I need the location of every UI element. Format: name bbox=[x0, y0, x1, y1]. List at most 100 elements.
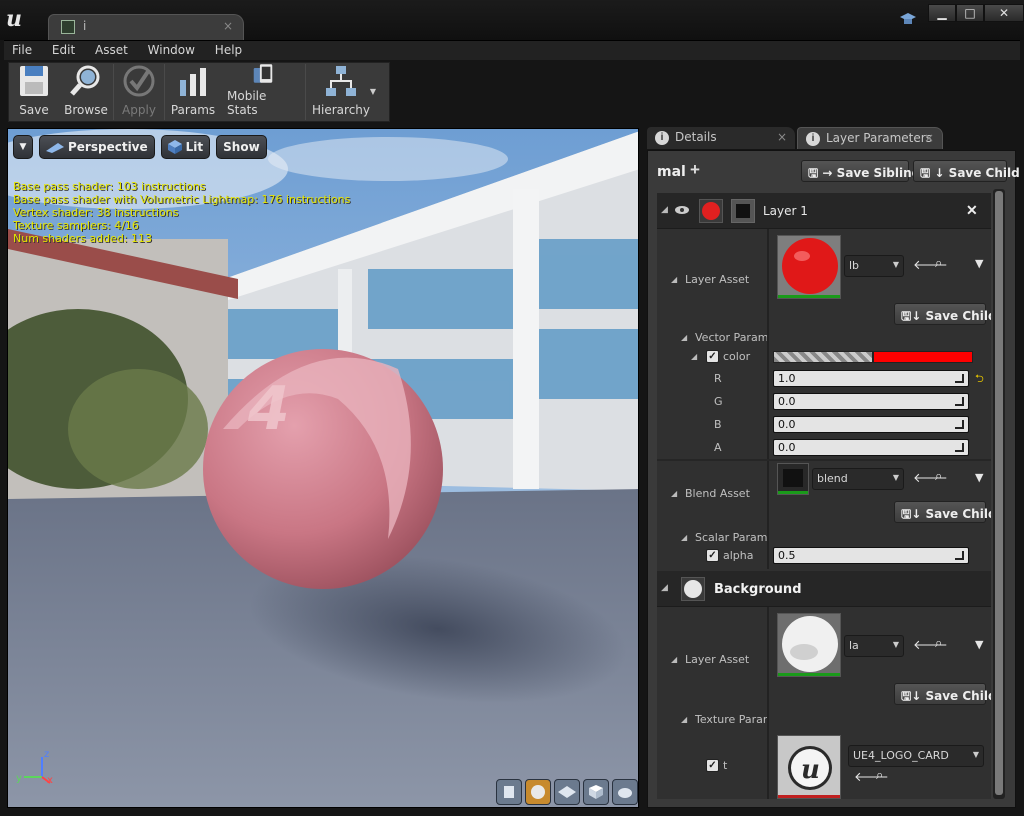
filter-icon[interactable]: ▼ bbox=[975, 257, 983, 270]
plane-icon bbox=[558, 786, 576, 798]
expand-arrow-icon[interactable]: ◢ bbox=[671, 275, 677, 284]
texture-override-checkbox[interactable]: ✓ bbox=[706, 759, 719, 772]
use-selected-arrow-icon[interactable]: 🡐 bbox=[913, 637, 948, 653]
layer-1-save-child-button[interactable]: 🖫↓ Save Child bbox=[894, 303, 991, 325]
browse-search-icon[interactable]: ⌕ bbox=[935, 636, 942, 651]
menu-file[interactable]: File bbox=[4, 41, 40, 59]
mobile-stats-button[interactable]: Mobile Stats bbox=[221, 63, 305, 121]
channel-b-field[interactable]: 0.0 bbox=[773, 416, 969, 433]
texture-dropdown[interactable]: UE4_LOGO_CARD ▼ bbox=[848, 745, 984, 767]
document-tab[interactable]: i × bbox=[48, 14, 244, 40]
layer-1-title: Layer 1 bbox=[763, 204, 808, 218]
use-selected-arrow-icon[interactable]: 🡐 bbox=[854, 769, 889, 785]
alpha-field[interactable]: 0.5 bbox=[773, 547, 969, 564]
menu-asset[interactable]: Asset bbox=[87, 41, 136, 59]
save-child-label: Save Child bbox=[925, 507, 991, 521]
svg-text:y: y bbox=[16, 773, 22, 784]
channel-a-field[interactable]: 0.0 bbox=[773, 439, 969, 456]
background-title: Background bbox=[714, 582, 802, 597]
hierarchy-button[interactable]: Hierarchy ▼ bbox=[306, 63, 376, 121]
expand-arrow-icon[interactable]: ◢ bbox=[681, 333, 687, 342]
color-swatch[interactable] bbox=[873, 351, 973, 363]
expand-arrow-icon[interactable]: ◢ bbox=[681, 715, 687, 724]
viewport-options-button[interactable]: ▼ bbox=[13, 135, 33, 159]
unreal-logo-icon[interactable]: u bbox=[6, 6, 30, 32]
minimize-button[interactable]: ▁ bbox=[928, 4, 956, 22]
document-tab-title: i bbox=[83, 19, 87, 33]
toolbar: Save Browse Apply Params Mobile Stats Hi… bbox=[8, 62, 390, 122]
browse-search-icon[interactable]: ⌕ bbox=[876, 768, 883, 783]
blend-asset-dropdown[interactable]: blend ▼ bbox=[812, 468, 904, 490]
document-tab-close-icon[interactable]: × bbox=[223, 19, 233, 33]
expand-arrow-icon[interactable]: ◢ bbox=[681, 533, 687, 542]
perspective-label: Perspective bbox=[68, 140, 148, 154]
expand-arrow-icon[interactable]: ◢ bbox=[671, 489, 677, 498]
save-sibling-button[interactable]: 🖫 → Save Sibling bbox=[801, 160, 920, 182]
panel-scrollbar[interactable] bbox=[993, 189, 1005, 799]
menu-edit[interactable]: Edit bbox=[44, 41, 83, 59]
cylinder-shape-button[interactable] bbox=[496, 779, 522, 805]
expand-arrow-icon[interactable]: ◢ bbox=[691, 352, 697, 361]
maximize-button[interactable]: □ bbox=[956, 4, 984, 22]
mobile-stats-label: Mobile Stats bbox=[227, 89, 267, 117]
filter-icon[interactable]: ▼ bbox=[975, 471, 983, 484]
menu-help[interactable]: Help bbox=[207, 41, 250, 59]
background-save-child-button[interactable]: 🖫↓ Save Child bbox=[894, 683, 991, 705]
layer-asset-thumbnail[interactable] bbox=[777, 235, 841, 299]
layer-1-header[interactable]: ◢ Layer 1 ✕ bbox=[657, 193, 991, 229]
texture-value: UE4_LOGO_CARD bbox=[853, 749, 949, 762]
close-window-button[interactable]: ✕ bbox=[984, 4, 1024, 22]
use-selected-arrow-icon[interactable]: 🡐 bbox=[913, 257, 948, 273]
channel-g-field[interactable]: 0.0 bbox=[773, 393, 969, 410]
expand-arrow-icon[interactable]: ◢ bbox=[671, 655, 677, 664]
perspective-button[interactable]: Perspective bbox=[39, 135, 155, 159]
save-child-button[interactable]: 🖫 ↓ Save Child bbox=[913, 160, 1020, 182]
cube-shape-button[interactable] bbox=[583, 779, 609, 805]
resize-grip-icon bbox=[955, 443, 964, 452]
menu-window[interactable]: Window bbox=[140, 41, 203, 59]
browse-button[interactable]: Browse bbox=[59, 63, 113, 121]
eye-icon[interactable] bbox=[675, 205, 689, 215]
chevron-down-icon: ▼ bbox=[972, 750, 979, 759]
texture-thumbnail[interactable]: u bbox=[777, 735, 841, 799]
close-icon[interactable]: × bbox=[924, 131, 934, 145]
layer-tree: ◢ Layer 1 ✕ ◢ Layer Asset lb ▼ 🡐 ⌕ ▼ 🖫↓ … bbox=[657, 193, 991, 799]
background-asset-dropdown[interactable]: la ▼ bbox=[844, 635, 904, 657]
plane-shape-button[interactable] bbox=[554, 779, 580, 805]
collapse-arrow-icon[interactable]: ◢ bbox=[661, 205, 668, 215]
floppy-icon: 🖫 bbox=[901, 309, 912, 323]
reset-to-default-icon[interactable]: ⮌ bbox=[975, 370, 984, 389]
browse-search-icon[interactable]: ⌕ bbox=[935, 469, 942, 484]
mesh-shape-button[interactable] bbox=[612, 779, 638, 805]
color-alpha-swatch[interactable] bbox=[773, 351, 873, 363]
apply-button[interactable]: Apply bbox=[114, 63, 164, 121]
sphere-shape-button[interactable] bbox=[525, 779, 551, 805]
browse-search-icon[interactable]: ⌕ bbox=[935, 256, 942, 271]
save-button[interactable]: Save bbox=[9, 63, 59, 121]
close-icon[interactable]: × bbox=[777, 130, 787, 144]
scrollbar-thumb[interactable] bbox=[995, 191, 1003, 795]
chevron-down-icon[interactable]: ▼ bbox=[370, 87, 376, 96]
graduation-cap-icon[interactable] bbox=[900, 12, 916, 26]
save-child-label: Save Child bbox=[925, 689, 991, 703]
background-asset-thumbnail[interactable] bbox=[777, 613, 841, 677]
tab-layer-parameters[interactable]: i Layer Parameters × bbox=[797, 127, 943, 149]
background-layer-header[interactable]: ◢ Background bbox=[657, 571, 991, 607]
add-layer-icon[interactable]: + bbox=[690, 160, 700, 180]
use-selected-arrow-icon[interactable]: 🡐 bbox=[913, 470, 948, 486]
remove-layer-icon[interactable]: ✕ bbox=[966, 202, 978, 219]
tab-details[interactable]: i Details × bbox=[647, 127, 795, 149]
blend-asset-thumbnail[interactable] bbox=[777, 463, 809, 495]
lit-button[interactable]: Lit bbox=[160, 135, 211, 159]
blend-save-child-button[interactable]: 🖫↓ Save Child bbox=[894, 501, 991, 523]
apply-label: Apply bbox=[122, 103, 156, 117]
layer-asset-dropdown[interactable]: lb ▼ bbox=[844, 255, 904, 277]
preview-viewport[interactable]: 4 ▼ Perspective Lit Show Base pass shade… bbox=[7, 128, 639, 808]
params-button[interactable]: Params bbox=[165, 63, 221, 121]
collapse-arrow-icon[interactable]: ◢ bbox=[661, 583, 668, 593]
filter-icon[interactable]: ▼ bbox=[975, 638, 983, 651]
color-override-checkbox[interactable]: ✓ bbox=[706, 350, 719, 363]
show-button[interactable]: Show bbox=[216, 135, 267, 159]
channel-r-field[interactable]: 1.0 bbox=[773, 370, 969, 387]
alpha-override-checkbox[interactable]: ✓ bbox=[706, 549, 719, 562]
